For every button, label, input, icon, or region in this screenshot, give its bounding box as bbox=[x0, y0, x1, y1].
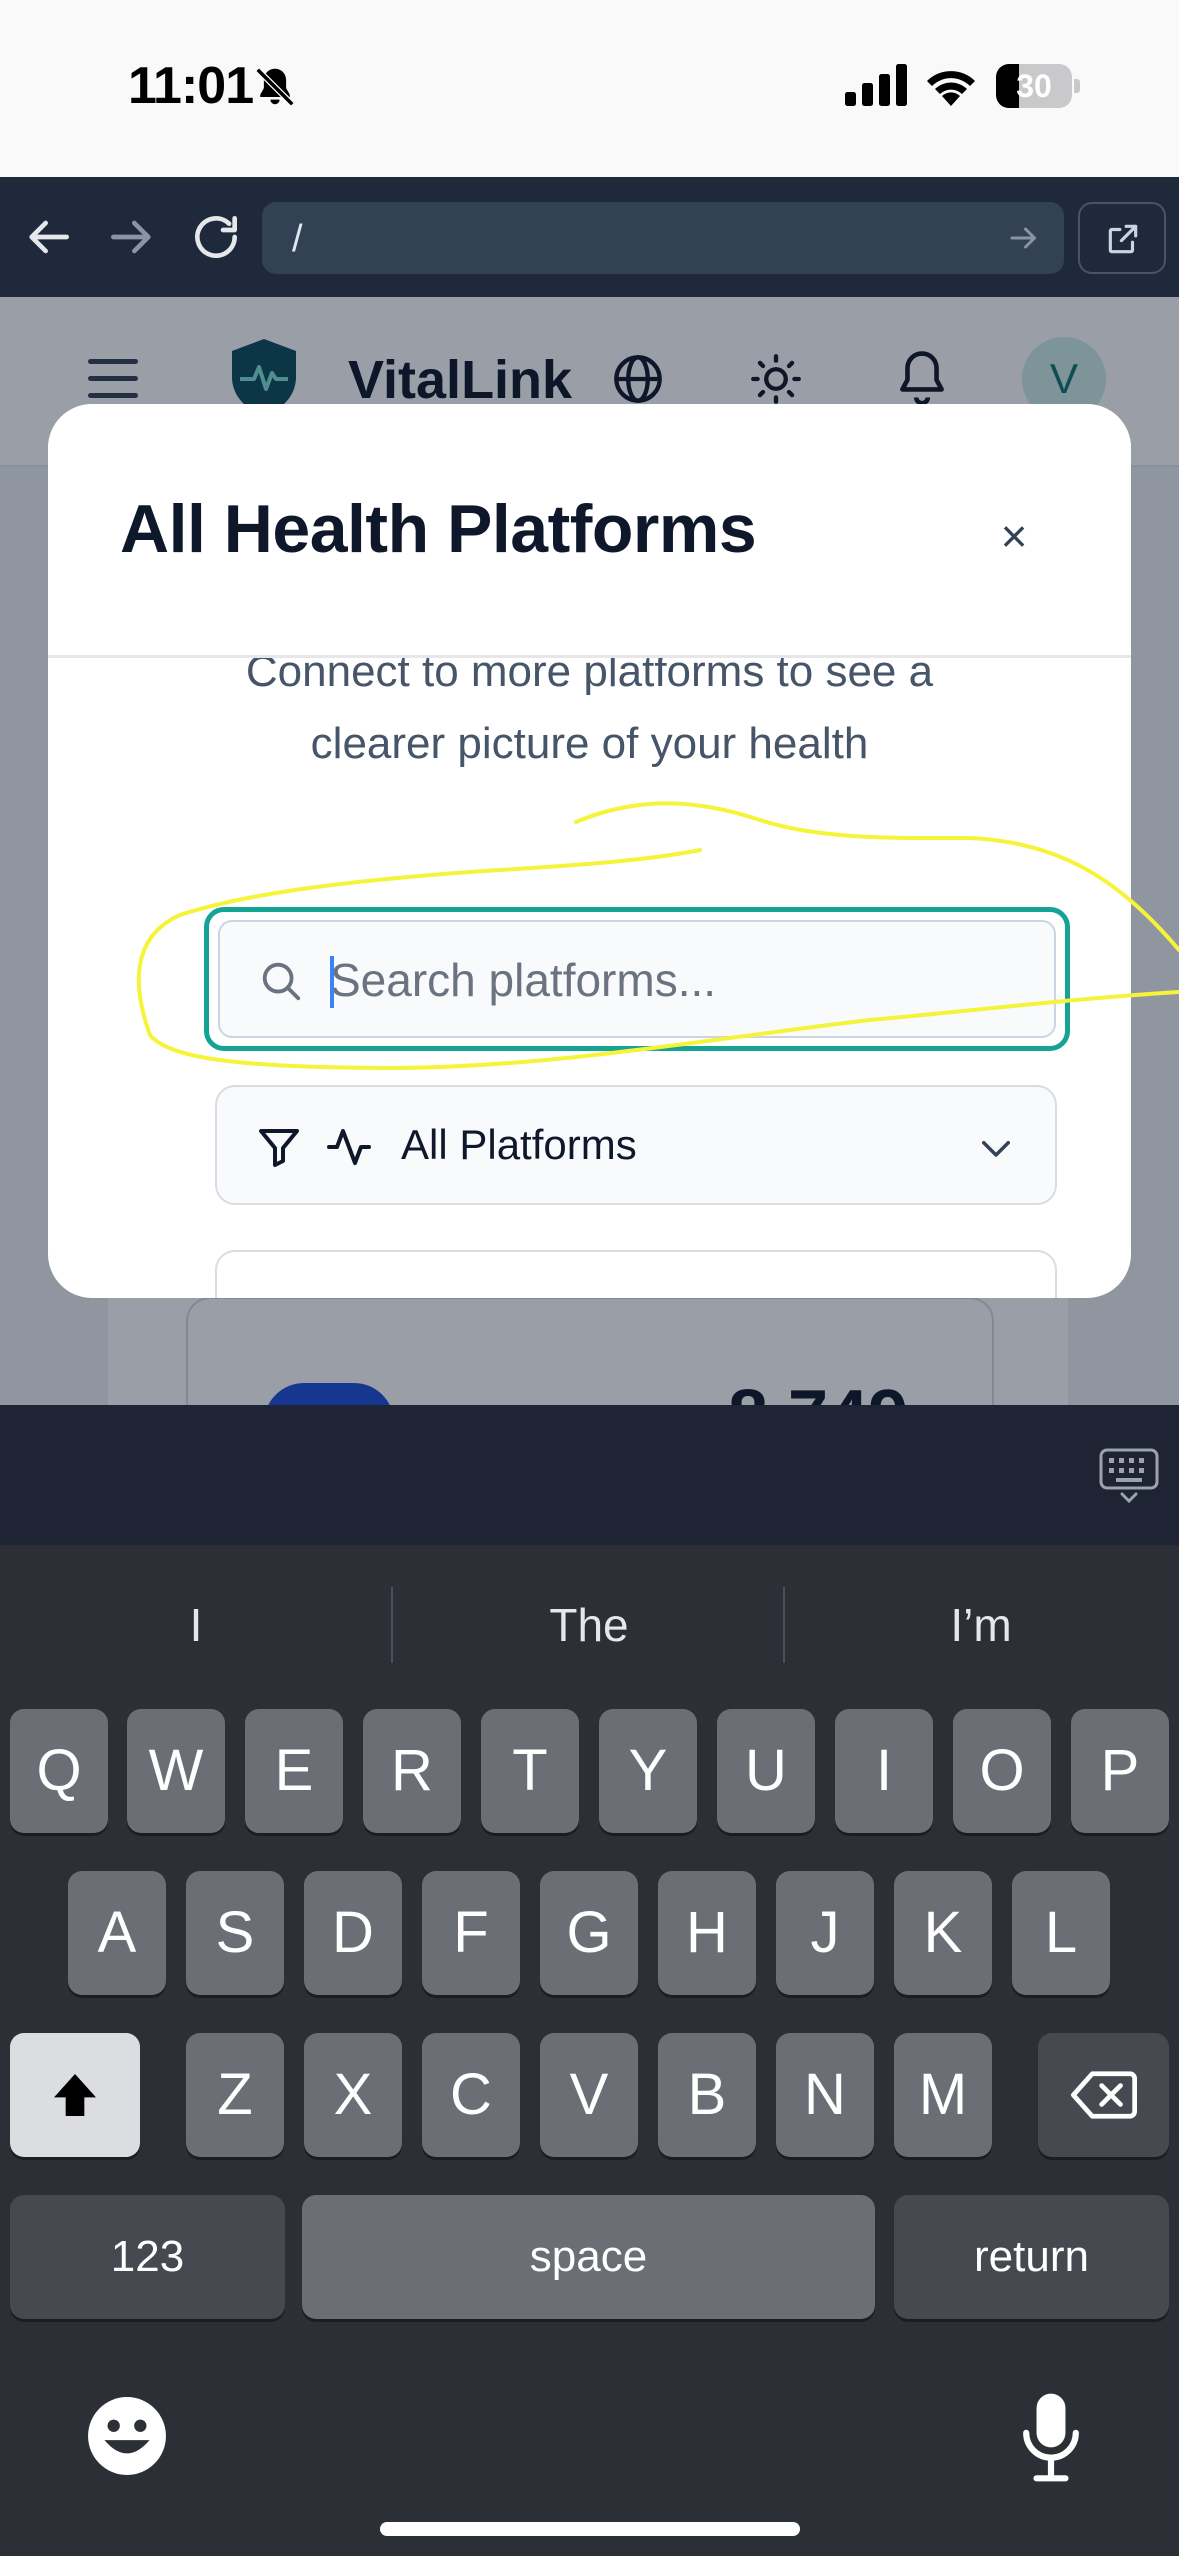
key[interactable]: R bbox=[363, 1709, 461, 1833]
chevron-down-icon bbox=[982, 1141, 1010, 1157]
key[interactable]: I bbox=[835, 1709, 933, 1833]
wifi-icon bbox=[927, 71, 975, 106]
numbers-key[interactable]: 123 bbox=[10, 2195, 285, 2319]
go-icon[interactable] bbox=[1006, 220, 1042, 256]
reload-icon[interactable] bbox=[188, 209, 244, 265]
url-text: / bbox=[292, 218, 303, 260]
status-bar: 11:01 30 bbox=[0, 0, 1179, 177]
key[interactable]: S bbox=[186, 1871, 284, 1995]
key[interactable]: T bbox=[481, 1709, 579, 1833]
on-screen-keyboard: I The I’m Q W E R T Y U I O P A S D F G … bbox=[0, 1545, 1179, 2556]
emoji-icon[interactable] bbox=[86, 2395, 168, 2477]
key[interactable]: W bbox=[127, 1709, 225, 1833]
key[interactable]: Q bbox=[10, 1709, 108, 1833]
open-external-button[interactable] bbox=[1078, 202, 1166, 274]
silent-bell-icon bbox=[255, 67, 295, 107]
key[interactable]: C bbox=[422, 2033, 520, 2157]
key[interactable]: B bbox=[658, 2033, 756, 2157]
cellular-signal-icon bbox=[845, 64, 907, 106]
search-icon bbox=[262, 962, 301, 1001]
description-line-2: clearer picture of your health bbox=[310, 719, 869, 768]
backspace-key[interactable] bbox=[1038, 2033, 1169, 2157]
suggestion-2[interactable]: The bbox=[393, 1585, 785, 1665]
key[interactable]: F bbox=[422, 1871, 520, 1995]
search-focus-ring bbox=[204, 907, 1070, 1051]
forward-icon[interactable] bbox=[104, 209, 160, 265]
search-input[interactable] bbox=[330, 942, 1030, 1018]
key[interactable]: Z bbox=[186, 2033, 284, 2157]
key[interactable]: Y bbox=[599, 1709, 697, 1833]
key[interactable]: K bbox=[894, 1871, 992, 1995]
key[interactable]: G bbox=[540, 1871, 638, 1995]
key[interactable]: J bbox=[776, 1871, 874, 1995]
key[interactable]: L bbox=[1012, 1871, 1110, 1995]
modal-title: All Health Platforms bbox=[120, 491, 757, 567]
backspace-icon bbox=[1070, 2071, 1137, 2119]
battery-percent: 30 bbox=[1016, 68, 1052, 104]
close-icon[interactable]: × bbox=[986, 508, 1042, 564]
suggestion-1[interactable]: I bbox=[0, 1585, 392, 1665]
back-icon[interactable] bbox=[20, 209, 76, 265]
key[interactable]: P bbox=[1071, 1709, 1169, 1833]
activity-icon bbox=[327, 1129, 371, 1165]
filter-icon bbox=[259, 1129, 299, 1167]
keyboard-dismiss-icon[interactable] bbox=[1098, 1447, 1160, 1505]
key[interactable]: A bbox=[68, 1871, 166, 1995]
battery-icon: 30 bbox=[996, 64, 1080, 108]
key[interactable]: H bbox=[658, 1871, 756, 1995]
shift-icon bbox=[54, 2074, 96, 2116]
status-time: 11:01 bbox=[128, 57, 254, 115]
platforms-modal: All Health Platforms × Connect to more p… bbox=[48, 404, 1131, 1298]
key[interactable]: M bbox=[894, 2033, 992, 2157]
search-field[interactable] bbox=[218, 920, 1056, 1038]
platform-list-item[interactable] bbox=[215, 1250, 1057, 1298]
key[interactable]: D bbox=[304, 1871, 402, 1995]
text-caret bbox=[330, 956, 334, 1008]
key[interactable]: V bbox=[540, 2033, 638, 2157]
modal-header: All Health Platforms × bbox=[48, 404, 1131, 658]
key[interactable]: X bbox=[304, 2033, 402, 2157]
address-bar[interactable]: / bbox=[262, 202, 1064, 274]
suggestion-3[interactable]: I’m bbox=[785, 1585, 1177, 1665]
microphone-icon[interactable] bbox=[1020, 2391, 1082, 2483]
keyboard-accessory-bar bbox=[0, 1405, 1179, 1545]
browser-toolbar: / bbox=[0, 177, 1179, 297]
shift-key[interactable] bbox=[10, 2033, 140, 2157]
return-key[interactable]: return bbox=[894, 2195, 1169, 2319]
filter-label: All Platforms bbox=[401, 1121, 637, 1168]
key[interactable]: N bbox=[776, 2033, 874, 2157]
key[interactable]: U bbox=[717, 1709, 815, 1833]
open-external-icon bbox=[1108, 224, 1138, 254]
key[interactable]: O bbox=[953, 1709, 1051, 1833]
key[interactable]: E bbox=[245, 1709, 343, 1833]
home-indicator[interactable] bbox=[380, 2522, 800, 2536]
space-key[interactable]: space bbox=[302, 2195, 875, 2319]
platform-filter-select[interactable]: All Platforms bbox=[215, 1085, 1057, 1205]
